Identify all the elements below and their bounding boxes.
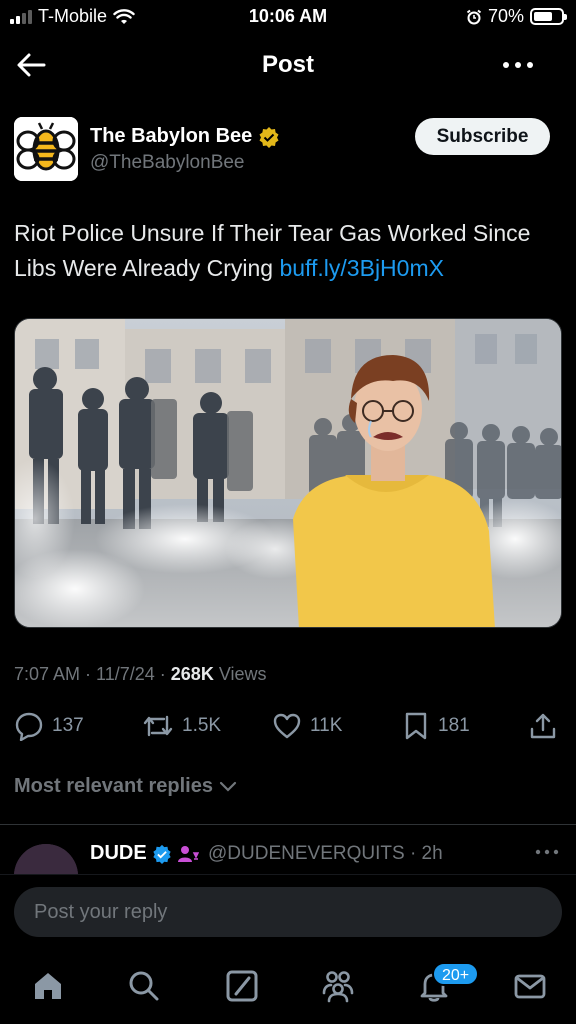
meta-separator: ·	[85, 664, 92, 684]
mail-icon	[514, 974, 546, 999]
battery-percent: 70%	[487, 6, 524, 26]
search-icon	[129, 971, 159, 1001]
divider	[0, 824, 576, 825]
repost-count: 1.5K	[182, 715, 222, 736]
share-action[interactable]	[528, 706, 558, 746]
post-author: The Babylon Bee @TheBabylonBee Subscribe	[14, 117, 562, 183]
verified-badge-icon	[153, 844, 171, 864]
bookmark-icon	[405, 712, 427, 740]
reply-item[interactable]: DUDE @DUDENEVERQUITS · 2h	[0, 834, 576, 874]
more-options-icon[interactable]	[500, 50, 536, 80]
reply-age: 2h	[421, 843, 443, 864]
views-count[interactable]: 268K	[171, 664, 214, 685]
reply-avatar-image-icon	[14, 844, 78, 874]
post-time: 7:07 AM	[14, 664, 81, 684]
author-name[interactable]: The Babylon Bee	[90, 125, 252, 148]
repost-action[interactable]: 1.5K	[142, 706, 221, 746]
post-date: 11/7/24	[96, 664, 155, 684]
views-label[interactable]: Views	[219, 664, 267, 685]
tab-messages[interactable]	[510, 966, 550, 1006]
post-text: Riot Police Unsure If Their Tear Gas Wor…	[14, 216, 566, 286]
heart-icon	[273, 713, 301, 739]
communities-icon	[322, 971, 354, 1003]
subscriber-badge-icon	[177, 845, 199, 862]
tab-home[interactable]	[28, 966, 68, 1006]
home-icon	[35, 973, 61, 999]
replies-sort-dropdown[interactable]: Most relevant replies	[14, 775, 237, 798]
status-bar: T-Mobile 10:06 AM 70%	[0, 0, 576, 34]
tab-grok[interactable]	[222, 966, 262, 1006]
meta-separator: ·	[159, 664, 166, 684]
nav-header: Post	[0, 34, 576, 96]
share-icon	[530, 713, 556, 739]
repost-icon	[143, 715, 173, 737]
replies-sort-label: Most relevant replies	[14, 775, 213, 797]
battery-icon	[530, 8, 567, 25]
reply-name-row[interactable]: DUDE	[90, 842, 199, 865]
post-actions: 137 1.5K 11K 181	[14, 706, 562, 746]
author-avatar[interactable]	[14, 117, 78, 181]
post-link[interactable]: buff.ly/3BjH0mX	[279, 255, 443, 281]
reply-count: 137	[52, 715, 84, 736]
subscribe-button[interactable]: Subscribe	[415, 118, 550, 155]
bookmark-count: 181	[438, 715, 470, 736]
reply-handle-row[interactable]: @DUDENEVERQUITS · 2h	[208, 843, 443, 865]
notifications-badge: 20+	[432, 962, 480, 986]
reply-author-handle[interactable]: @DUDENEVERQUITS	[208, 843, 405, 864]
reply-author-name[interactable]: DUDE	[90, 842, 147, 865]
like-count: 11K	[310, 715, 343, 736]
reply-avatar[interactable]	[14, 844, 78, 874]
tab-communities[interactable]	[318, 966, 358, 1006]
post-body: Riot Police Unsure If Their Tear Gas Wor…	[14, 220, 531, 281]
author-name-row[interactable]: The Babylon Bee	[90, 125, 280, 148]
post-image[interactable]	[14, 318, 562, 628]
reply-more-icon[interactable]	[534, 844, 560, 860]
tab-search[interactable]	[124, 966, 164, 1006]
grok-icon	[226, 970, 258, 1002]
reply-icon	[15, 712, 43, 741]
reply-input[interactable]	[14, 887, 562, 937]
alarm-icon	[466, 9, 482, 24]
status-right: 70%	[466, 6, 567, 27]
tab-bar: 20+	[0, 950, 576, 1024]
post-meta: 7:07 AM · 11/7/24 · 268K Views	[14, 664, 267, 685]
page-title: Post	[261, 51, 314, 78]
reply-composer	[0, 874, 576, 950]
like-action[interactable]: 11K	[272, 706, 342, 746]
reply-action[interactable]: 137	[14, 706, 84, 746]
author-handle[interactable]: @TheBabylonBee	[90, 152, 245, 174]
verified-badge-icon	[259, 126, 279, 148]
chevron-down-icon	[219, 781, 237, 792]
babylon-bee-logo-icon	[14, 117, 78, 181]
meta-separator: ·	[409, 843, 417, 864]
bookmark-action[interactable]: 181	[402, 706, 470, 746]
riot-scene-illustration	[15, 319, 561, 627]
